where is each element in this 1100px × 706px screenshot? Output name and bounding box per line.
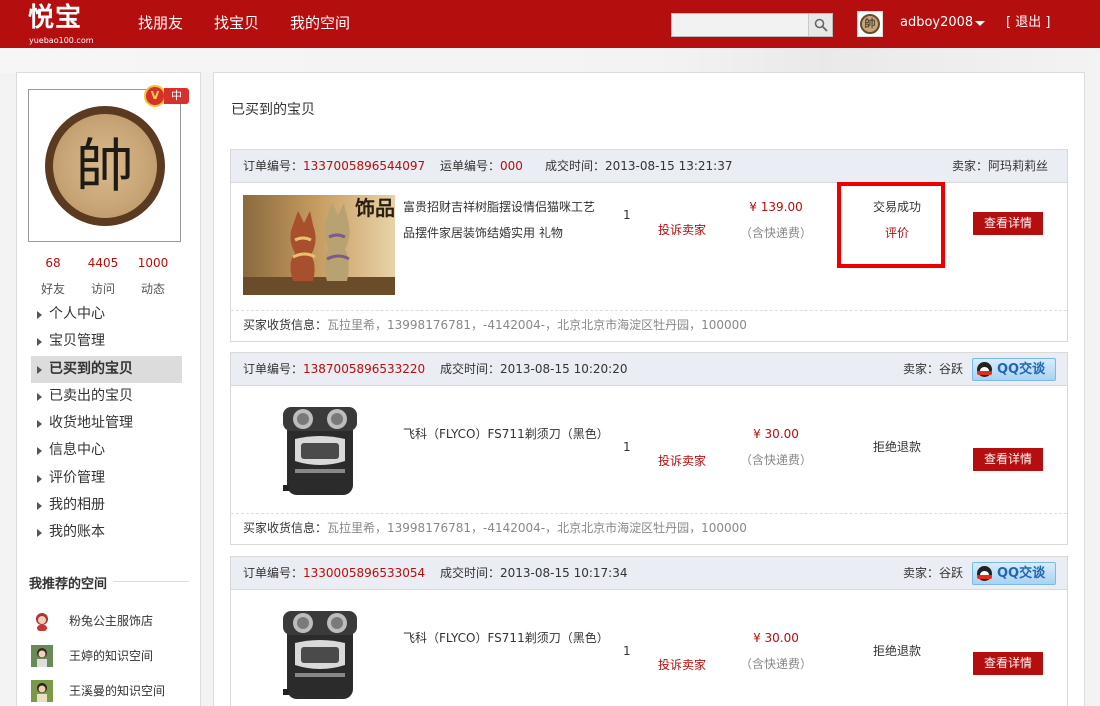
- order-card: 订单编号：1387005896533220 成交时间：2013-08-15 10…: [230, 352, 1068, 545]
- recommend-avatar: [31, 645, 53, 667]
- order-status: 拒绝退款: [853, 638, 941, 664]
- vip-level: 中: [164, 88, 189, 104]
- shipping-note: （含快递费）: [739, 657, 812, 671]
- logout-link[interactable]: [ 退出 ]: [1006, 0, 1050, 46]
- sidebar-item-reviews[interactable]: 评价管理: [31, 465, 182, 492]
- product-name[interactable]: 富贵招财吉祥树脂摆设情侣猫咪工艺品摆件家居装饰结婚实用 礼物: [403, 194, 603, 246]
- status-highlight-box: [837, 182, 945, 268]
- view-details-button[interactable]: 查看详情: [973, 212, 1043, 235]
- order-status: 拒绝退款: [853, 434, 941, 460]
- recommend-avatar: [31, 610, 53, 632]
- order-header: 订单编号：1330005896533054 成交时间：2013-08-15 10…: [231, 557, 1067, 590]
- seller-name: 谷跃: [939, 362, 964, 376]
- nav-my-space[interactable]: 我的空间: [290, 0, 350, 48]
- profile-avatar[interactable]: 帥: [28, 89, 181, 242]
- search-icon: [814, 18, 828, 32]
- complain-seller-link[interactable]: 投诉卖家: [658, 220, 706, 240]
- avatar-char: 帥: [53, 114, 157, 218]
- price: ¥ 139.00: [749, 200, 803, 214]
- product-image[interactable]: [243, 603, 395, 703]
- sidebar-item-address[interactable]: 收货地址管理: [31, 410, 182, 437]
- logo-domain: yuebao100.com: [29, 36, 94, 45]
- username-link[interactable]: adboy2008: [900, 0, 973, 46]
- order-card: 订单编号：1330005896533054 成交时间：2013-08-15 10…: [230, 556, 1068, 706]
- stat-visits[interactable]: 4405 访问: [79, 255, 127, 297]
- sidebar-item-bought[interactable]: 已买到的宝贝: [31, 355, 182, 383]
- seller-name: 阿玛莉莉丝: [988, 159, 1049, 173]
- stat-activity[interactable]: 1000 动态: [129, 255, 177, 297]
- vip-level-badge: V 中: [144, 85, 192, 107]
- stat-friends[interactable]: 68 好友: [29, 255, 77, 297]
- page-title: 已买到的宝贝: [231, 102, 315, 118]
- shipping-note: （含快递费）: [739, 226, 812, 240]
- shipping-note: （含快递费）: [739, 453, 812, 467]
- vip-icon: V: [144, 85, 166, 107]
- order-header: 订单编号：1387005896533220 成交时间：2013-08-15 10…: [231, 353, 1067, 386]
- complain-seller-link[interactable]: 投诉卖家: [658, 655, 706, 675]
- nav-find-friends[interactable]: 找朋友: [138, 0, 183, 48]
- recommend-avatar: [31, 680, 53, 702]
- sidebar-item-sold[interactable]: 已卖出的宝贝: [31, 383, 182, 410]
- sidebar-item-album[interactable]: 我的相册: [31, 492, 182, 519]
- order-number: 1387005896533220: [303, 362, 426, 376]
- logo-text: 悦宝: [28, 3, 83, 33]
- divider: [231, 513, 1067, 514]
- product-image[interactable]: [243, 399, 395, 499]
- product-image[interactable]: 饰品: [243, 195, 395, 295]
- avatar-char: 帥: [860, 14, 880, 34]
- top-navigation-bar: 悦宝 yuebao100.com 找朋友 找宝贝 我的空间 帥 adboy200…: [0, 0, 1100, 48]
- view-details-button[interactable]: 查看详情: [973, 448, 1043, 471]
- quantity: 1: [623, 644, 631, 658]
- nav-find-treasure[interactable]: 找宝贝: [214, 0, 259, 48]
- sidebar-item-messages[interactable]: 信息中心: [31, 437, 182, 464]
- status-text: 拒绝退款: [872, 644, 921, 658]
- price-block: ¥ 30.00 （含快递费）: [736, 421, 816, 473]
- sidebar: 帥 V 中 68 好友 4405 访问 1000 动态 个人中心 宝贝管理 已买…: [16, 72, 201, 706]
- site-logo[interactable]: 悦宝 yuebao100.com: [28, 3, 100, 45]
- complain-seller-link[interactable]: 投诉卖家: [658, 451, 706, 471]
- deal-time: 2013-08-15 13:21:37: [605, 159, 733, 173]
- price-block: ¥ 139.00 （含快递费）: [736, 194, 816, 246]
- buyer-address: 买家收货信息：瓦拉里希，13998176781，-4142004-，北京北京市海…: [243, 521, 747, 535]
- deal-time: 2013-08-15 10:20:20: [500, 362, 628, 376]
- quantity: 1: [623, 208, 631, 222]
- recommend-title: 我推荐的空间: [29, 577, 108, 592]
- divider: [113, 581, 189, 582]
- price: ¥ 30.00: [753, 631, 799, 645]
- order-card: 订单编号：1337005896544097 运单编号：000 成交时间：2013…: [230, 149, 1068, 342]
- deal-time: 2013-08-15 10:17:34: [500, 566, 628, 580]
- search-button[interactable]: [808, 14, 832, 36]
- chevron-down-icon[interactable]: [975, 21, 985, 26]
- header-background-decoration: [0, 48, 1100, 73]
- header-avatar[interactable]: 帥: [857, 11, 883, 37]
- order-number: 1337005896544097: [303, 159, 426, 173]
- price-block: ¥ 30.00 （含快递费）: [736, 625, 816, 677]
- svg-text:饰品: 饰品: [355, 196, 395, 220]
- sidebar-item-treasure-manage[interactable]: 宝贝管理: [31, 328, 182, 355]
- view-details-button[interactable]: 查看详情: [973, 652, 1043, 675]
- order-header: 订单编号：1337005896544097 运单编号：000 成交时间：2013…: [231, 150, 1067, 183]
- product-name[interactable]: 飞科（FLYCO）FS711剃须刀（黑色）: [403, 625, 609, 651]
- divider: [231, 310, 1067, 311]
- status-text: 拒绝退款: [872, 440, 921, 454]
- shipping-number: 000: [500, 159, 523, 173]
- main-panel: 已买到的宝贝 订单编号：1337005896544097 运单编号：000 成交…: [213, 72, 1085, 706]
- buyer-address: 买家收货信息：瓦拉里希，13998176781，-4142004-，北京北京市海…: [243, 318, 747, 332]
- sidebar-item-personal-center[interactable]: 个人中心: [31, 301, 182, 328]
- search-input[interactable]: [672, 14, 809, 36]
- sidebar-item-account-book[interactable]: 我的账本: [31, 519, 182, 546]
- quantity: 1: [623, 440, 631, 454]
- price: ¥ 30.00: [753, 427, 799, 441]
- qq-chat-button[interactable]: QQ交谈: [972, 562, 1056, 585]
- order-number: 1330005896533054: [303, 566, 426, 580]
- qq-chat-button[interactable]: QQ交谈: [972, 358, 1056, 381]
- search-box: [671, 13, 833, 37]
- sidebar-menu: 个人中心 宝贝管理 已买到的宝贝 已卖出的宝贝 收货地址管理 信息中心 评价管理…: [31, 301, 182, 547]
- product-name[interactable]: 飞科（FLYCO）FS711剃须刀（黑色）: [403, 421, 609, 447]
- seller-name: 谷跃: [939, 566, 964, 580]
